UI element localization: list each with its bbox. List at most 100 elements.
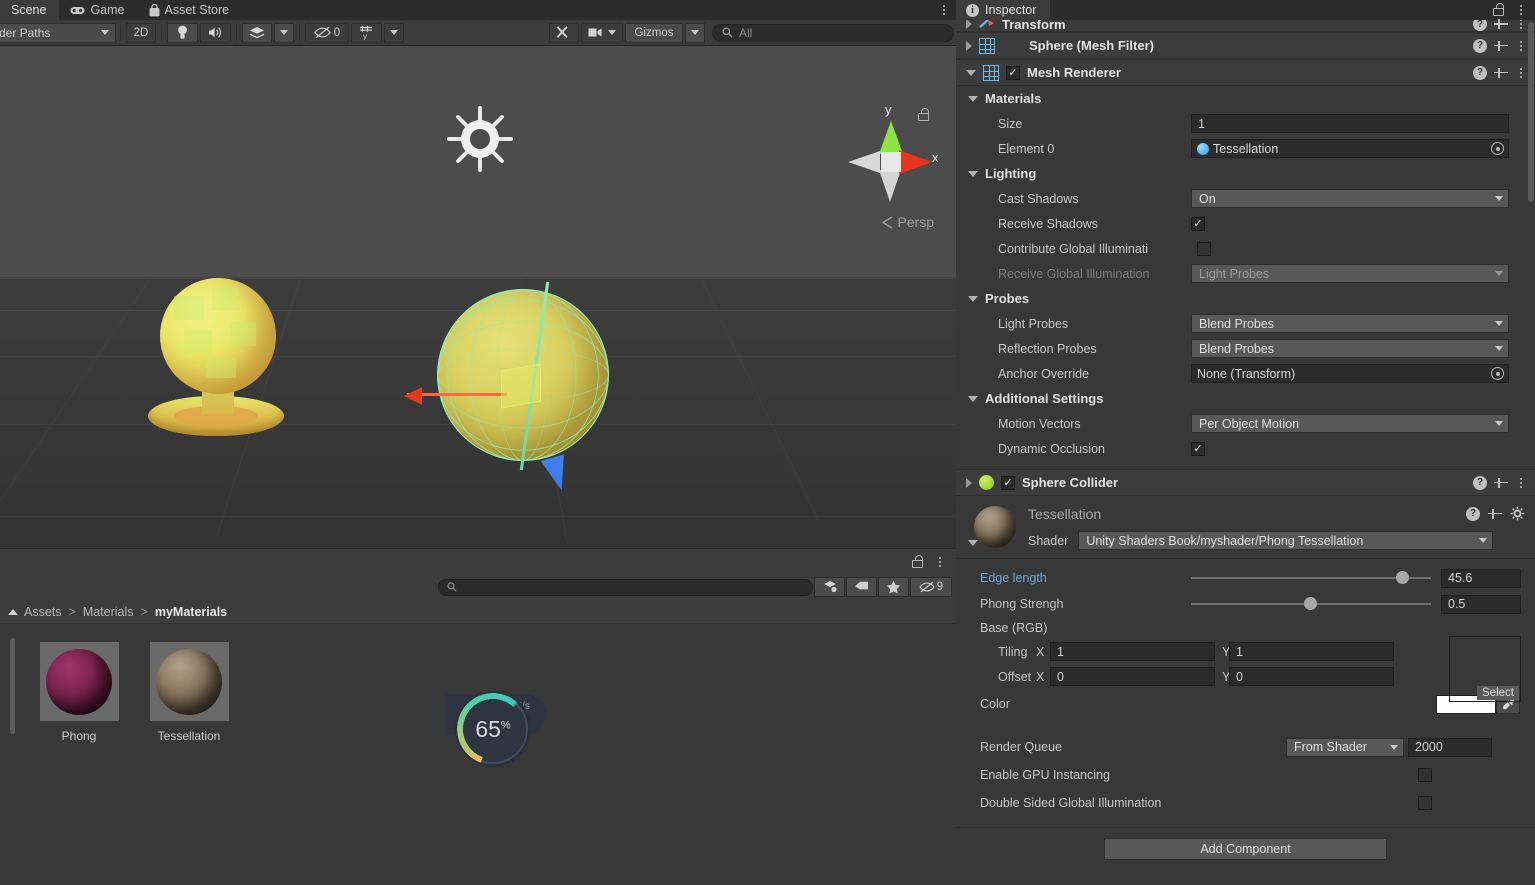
breadcrumb-item-materials[interactable]: Materials [83,605,134,619]
gizmo-lock-button[interactable] [918,108,930,121]
double-sided-gi-checkbox[interactable] [1418,796,1432,810]
preset-icon[interactable] [1494,66,1508,80]
chevron-right-icon[interactable] [966,477,972,488]
tiling-y-input[interactable]: 1 [1229,642,1394,661]
more-menu-icon[interactable] [938,3,950,17]
section-materials[interactable]: Materials [956,86,1535,111]
element-0-object-field[interactable]: Tessellation [1191,139,1509,158]
more-menu-icon[interactable] [1515,66,1527,80]
chevron-down-icon[interactable] [968,295,978,302]
scene-viewport[interactable]: y x Persp [0,46,956,548]
motion-vectors-dropdown[interactable]: Per Object Motion [1191,414,1509,433]
add-component-button[interactable]: Add Component [1104,838,1387,860]
edge-length-slider[interactable] [1191,570,1431,586]
more-menu-icon[interactable] [1515,3,1527,17]
project-search-input[interactable] [438,578,813,596]
help-icon[interactable]: ? [1473,65,1487,80]
project-scrollbar[interactable] [10,638,15,734]
scene-audio-toggle[interactable] [200,22,231,43]
light-probes-dropdown[interactable]: Blend Probes [1191,314,1509,333]
contribute-gi-checkbox[interactable] [1197,241,1211,256]
component-header-sphere-collider[interactable]: ✓ Sphere Collider ? [956,469,1535,496]
texture-select-button[interactable]: Select [1477,686,1519,700]
tiling-x-input[interactable]: 1 [1050,642,1215,661]
collapse-folder-tree-button[interactable] [8,608,18,615]
more-menu-icon[interactable] [1515,39,1527,53]
tab-game[interactable]: Game [59,0,137,20]
scene-search-input[interactable]: All [712,23,954,42]
section-lighting[interactable]: Lighting [956,161,1535,186]
sphere-collider-enabled-checkbox[interactable]: ✓ [1001,475,1015,490]
dynamic-occlusion-checkbox[interactable]: ✓ [1191,441,1205,456]
favorites-button[interactable] [878,577,909,597]
size-input[interactable]: 1 [1191,114,1509,133]
draw-mode-dropdown[interactable]: der Paths [0,22,116,43]
tab-inspector[interactable]: i Inspector [956,0,1051,20]
chevron-right-icon[interactable] [966,40,972,51]
scene-orientation-gizmo[interactable]: y x Persp [840,102,939,230]
hidden-objects-toggle[interactable]: 0 [305,22,349,43]
directional-light-gizmo[interactable] [447,106,513,172]
chevron-down-icon[interactable] [968,95,978,102]
slider-handle[interactable] [1304,597,1317,610]
preset-icon[interactable] [1488,507,1502,521]
texture-preview-field[interactable]: Select [1449,636,1521,702]
asset-item-phong[interactable]: Phong [24,642,134,870]
chevron-down-icon[interactable] [966,69,976,76]
edge-length-input[interactable]: 45.6 [1441,568,1521,588]
preset-icon[interactable] [1494,17,1508,31]
more-menu-icon[interactable] [934,555,946,569]
tab-scene[interactable]: Scene [0,0,60,20]
help-icon[interactable]: ? [1473,475,1487,490]
scene-grid-dropdown[interactable] [384,22,404,43]
gpu-instancing-checkbox[interactable] [1418,768,1432,782]
render-queue-input[interactable]: 2000 [1408,737,1492,757]
slider-handle[interactable] [1396,571,1409,584]
object-picker-icon[interactable] [1491,142,1504,155]
projection-mode-toggle[interactable]: Persp [881,214,934,230]
asset-item-tessellation[interactable]: Tessellation [134,642,244,870]
scene-object-shaderball[interactable] [146,278,286,436]
gizmos-button[interactable]: Gizmos [625,22,683,43]
receive-shadows-checkbox[interactable]: ✓ [1191,216,1205,231]
chevron-right-icon[interactable] [966,19,972,29]
chevron-down-icon[interactable] [968,395,978,402]
breadcrumb-item-assets[interactable]: Assets [24,605,62,619]
filter-by-type-button[interactable] [814,577,845,597]
gizmo-y-neg-axis[interactable] [879,170,901,202]
help-icon[interactable]: ? [1466,506,1480,521]
phong-strength-slider[interactable] [1191,596,1431,612]
filter-by-label-button[interactable] [846,577,877,597]
shader-dropdown[interactable]: Unity Shaders Book/myshader/Phong Tessel… [1078,531,1494,550]
gizmo-x-axis[interactable] [899,150,932,174]
offset-y-input[interactable]: 0 [1229,667,1394,686]
offset-x-input[interactable]: 0 [1050,667,1215,686]
chevron-down-icon[interactable] [968,540,978,546]
component-header-mesh-renderer[interactable]: ✓ Mesh Renderer ? [956,59,1535,86]
tab-asset-store[interactable]: Asset Store [138,0,243,20]
preset-icon[interactable] [1494,476,1508,490]
gizmo-x-neg-axis[interactable] [848,151,880,173]
scene-lighting-toggle[interactable] [167,22,198,43]
unlock-icon[interactable] [912,555,924,568]
anchor-override-object-field[interactable]: None (Transform) [1191,364,1509,383]
scene-tools-button[interactable] [549,22,579,43]
toggle-2d-button[interactable]: 2D [126,22,156,43]
preset-icon[interactable] [1494,39,1508,53]
help-icon[interactable]: ? [1473,38,1487,53]
cast-shadows-dropdown[interactable]: On [1191,189,1509,208]
scene-grid-toggle[interactable]: y [351,22,382,43]
section-probes[interactable]: Probes [956,286,1535,311]
breadcrumb-item-mymaterials[interactable]: myMaterials [155,605,227,619]
hidden-assets-toggle[interactable]: 9 [910,577,952,597]
scene-object-sphere-selected[interactable] [404,281,609,494]
inspector-scrollbar[interactable] [1528,22,1534,202]
gizmos-dropdown[interactable] [685,22,705,43]
more-menu-icon[interactable] [1515,476,1527,490]
scene-camera-button[interactable] [581,22,623,43]
chevron-down-icon[interactable] [968,170,978,177]
phong-strength-input[interactable]: 0.5 [1441,594,1521,614]
reflection-probes-dropdown[interactable]: Blend Probes [1191,339,1509,358]
scene-fx-dropdown[interactable] [274,22,294,43]
mesh-renderer-enabled-checkbox[interactable]: ✓ [1006,65,1020,80]
